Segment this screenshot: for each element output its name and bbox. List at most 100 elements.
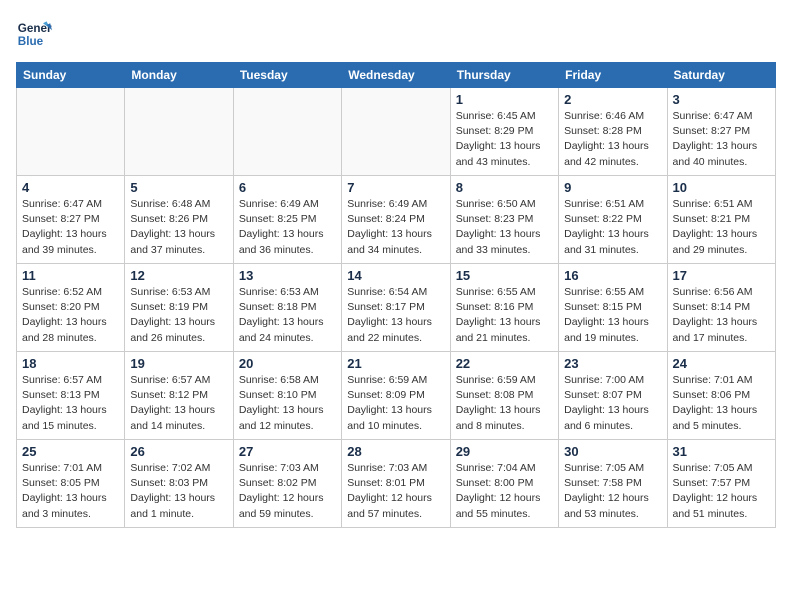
calendar-cell: 28 Sunrise: 7:03 AMSunset: 8:01 PMDayligh… xyxy=(342,440,450,528)
day-number: 1 xyxy=(456,92,553,107)
weekday-header-row: SundayMondayTuesdayWednesdayThursdayFrid… xyxy=(17,63,776,88)
day-number: 8 xyxy=(456,180,553,195)
weekday-header-friday: Friday xyxy=(559,63,667,88)
calendar-cell: 10Sunrise: 6:51 AMSunset: 8:21 PMDayligh… xyxy=(667,176,775,264)
day-detail: Sunrise: 6:54 AMSunset: 8:17 PMDaylight:… xyxy=(347,285,444,346)
calendar-cell: 13Sunrise: 6:53 AMSunset: 8:18 PMDayligh… xyxy=(233,264,341,352)
day-number: 16 xyxy=(564,268,661,283)
day-number: 30 xyxy=(564,444,661,459)
day-number: 4 xyxy=(22,180,119,195)
day-number: 22 xyxy=(456,356,553,371)
calendar-cell: 6 Sunrise: 6:49 AMSunset: 8:25 PMDaylight… xyxy=(233,176,341,264)
calendar-cell: 1 Sunrise: 6:45 AMSunset: 8:29 PMDaylight… xyxy=(450,88,558,176)
day-detail: Sunrise: 7:01 AMSunset: 8:05 PMDaylight:… xyxy=(22,461,119,522)
calendar-cell: 8 Sunrise: 6:50 AMSunset: 8:23 PMDaylight… xyxy=(450,176,558,264)
day-number: 25 xyxy=(22,444,119,459)
weekday-header-monday: Monday xyxy=(125,63,233,88)
calendar-cell xyxy=(17,88,125,176)
calendar-cell: 5Sunrise: 6:48 AMSunset: 8:26 PMDaylight… xyxy=(125,176,233,264)
calendar-table: SundayMondayTuesdayWednesdayThursdayFrid… xyxy=(16,62,776,528)
day-detail: Sunrise: 7:00 AMSunset: 8:07 PMDaylight:… xyxy=(564,373,661,434)
calendar-cell: 11 Sunrise: 6:52 AMSunset: 8:20 PMDayligh… xyxy=(17,264,125,352)
calendar-cell: 24Sunrise: 7:01 AMSunset: 8:06 PMDayligh… xyxy=(667,352,775,440)
week-row-1: 1 Sunrise: 6:45 AMSunset: 8:29 PMDaylight… xyxy=(17,88,776,176)
day-number: 19 xyxy=(130,356,227,371)
calendar-cell: 22 Sunrise: 6:59 AMSunset: 8:08 PMDayligh… xyxy=(450,352,558,440)
page-header: General Blue xyxy=(16,16,776,52)
calendar-cell: 23Sunrise: 7:00 AMSunset: 8:07 PMDayligh… xyxy=(559,352,667,440)
day-detail: Sunrise: 6:51 AMSunset: 8:22 PMDaylight:… xyxy=(564,197,661,258)
day-detail: Sunrise: 7:05 AMSunset: 7:57 PMDaylight:… xyxy=(673,461,770,522)
logo: General Blue xyxy=(16,16,52,52)
day-detail: Sunrise: 6:50 AMSunset: 8:23 PMDaylight:… xyxy=(456,197,553,258)
day-detail: Sunrise: 6:51 AMSunset: 8:21 PMDaylight:… xyxy=(673,197,770,258)
day-detail: Sunrise: 6:55 AMSunset: 8:15 PMDaylight:… xyxy=(564,285,661,346)
day-detail: Sunrise: 6:47 AMSunset: 8:27 PMDaylight:… xyxy=(673,109,770,170)
day-detail: Sunrise: 7:04 AMSunset: 8:00 PMDaylight:… xyxy=(456,461,553,522)
calendar-cell: 2 Sunrise: 6:46 AMSunset: 8:28 PMDaylight… xyxy=(559,88,667,176)
calendar-cell: 7 Sunrise: 6:49 AMSunset: 8:24 PMDaylight… xyxy=(342,176,450,264)
weekday-header-thursday: Thursday xyxy=(450,63,558,88)
day-number: 9 xyxy=(564,180,661,195)
day-detail: Sunrise: 6:59 AMSunset: 8:09 PMDaylight:… xyxy=(347,373,444,434)
logo-icon: General Blue xyxy=(16,16,52,52)
calendar-cell: 4 Sunrise: 6:47 AMSunset: 8:27 PMDaylight… xyxy=(17,176,125,264)
day-detail: Sunrise: 7:02 AMSunset: 8:03 PMDaylight:… xyxy=(130,461,227,522)
week-row-5: 25 Sunrise: 7:01 AMSunset: 8:05 PMDayligh… xyxy=(17,440,776,528)
calendar-cell: 25 Sunrise: 7:01 AMSunset: 8:05 PMDayligh… xyxy=(17,440,125,528)
calendar-cell: 9 Sunrise: 6:51 AMSunset: 8:22 PMDaylight… xyxy=(559,176,667,264)
day-detail: Sunrise: 6:46 AMSunset: 8:28 PMDaylight:… xyxy=(564,109,661,170)
day-number: 11 xyxy=(22,268,119,283)
day-detail: Sunrise: 6:55 AMSunset: 8:16 PMDaylight:… xyxy=(456,285,553,346)
day-detail: Sunrise: 6:49 AMSunset: 8:25 PMDaylight:… xyxy=(239,197,336,258)
day-detail: Sunrise: 6:52 AMSunset: 8:20 PMDaylight:… xyxy=(22,285,119,346)
calendar-cell: 12 Sunrise: 6:53 AMSunset: 8:19 PMDayligh… xyxy=(125,264,233,352)
calendar-cell: 26Sunrise: 7:02 AMSunset: 8:03 PMDayligh… xyxy=(125,440,233,528)
day-number: 13 xyxy=(239,268,336,283)
calendar-cell: 27 Sunrise: 7:03 AMSunset: 8:02 PMDayligh… xyxy=(233,440,341,528)
day-detail: Sunrise: 7:05 AMSunset: 7:58 PMDaylight:… xyxy=(564,461,661,522)
weekday-header-tuesday: Tuesday xyxy=(233,63,341,88)
calendar-cell: 20 Sunrise: 6:58 AMSunset: 8:10 PMDayligh… xyxy=(233,352,341,440)
calendar-cell xyxy=(233,88,341,176)
day-detail: Sunrise: 6:48 AMSunset: 8:26 PMDaylight:… xyxy=(130,197,227,258)
calendar-cell: 18 Sunrise: 6:57 AMSunset: 8:13 PMDayligh… xyxy=(17,352,125,440)
day-detail: Sunrise: 6:58 AMSunset: 8:10 PMDaylight:… xyxy=(239,373,336,434)
calendar-cell: 16 Sunrise: 6:55 AMSunset: 8:15 PMDayligh… xyxy=(559,264,667,352)
week-row-4: 18 Sunrise: 6:57 AMSunset: 8:13 PMDayligh… xyxy=(17,352,776,440)
calendar-cell: 15Sunrise: 6:55 AMSunset: 8:16 PMDayligh… xyxy=(450,264,558,352)
day-number: 14 xyxy=(347,268,444,283)
day-detail: Sunrise: 6:53 AMSunset: 8:19 PMDaylight:… xyxy=(130,285,227,346)
day-detail: Sunrise: 6:49 AMSunset: 8:24 PMDaylight:… xyxy=(347,197,444,258)
day-number: 6 xyxy=(239,180,336,195)
calendar-cell: 19 Sunrise: 6:57 AMSunset: 8:12 PMDayligh… xyxy=(125,352,233,440)
day-number: 18 xyxy=(22,356,119,371)
calendar-cell: 17 Sunrise: 6:56 AMSunset: 8:14 PMDayligh… xyxy=(667,264,775,352)
day-number: 20 xyxy=(239,356,336,371)
day-number: 29 xyxy=(456,444,553,459)
day-detail: Sunrise: 7:03 AMSunset: 8:02 PMDaylight:… xyxy=(239,461,336,522)
svg-text:Blue: Blue xyxy=(18,35,44,48)
week-row-3: 11 Sunrise: 6:52 AMSunset: 8:20 PMDayligh… xyxy=(17,264,776,352)
day-detail: Sunrise: 6:56 AMSunset: 8:14 PMDaylight:… xyxy=(673,285,770,346)
calendar-cell xyxy=(125,88,233,176)
day-number: 28 xyxy=(347,444,444,459)
day-detail: Sunrise: 6:59 AMSunset: 8:08 PMDaylight:… xyxy=(456,373,553,434)
day-detail: Sunrise: 7:03 AMSunset: 8:01 PMDaylight:… xyxy=(347,461,444,522)
day-number: 7 xyxy=(347,180,444,195)
day-detail: Sunrise: 6:57 AMSunset: 8:12 PMDaylight:… xyxy=(130,373,227,434)
calendar-cell: 3 Sunrise: 6:47 AMSunset: 8:27 PMDaylight… xyxy=(667,88,775,176)
day-number: 2 xyxy=(564,92,661,107)
day-detail: Sunrise: 6:47 AMSunset: 8:27 PMDaylight:… xyxy=(22,197,119,258)
day-number: 17 xyxy=(673,268,770,283)
calendar-cell: 14 Sunrise: 6:54 AMSunset: 8:17 PMDayligh… xyxy=(342,264,450,352)
day-number: 27 xyxy=(239,444,336,459)
day-detail: Sunrise: 6:45 AMSunset: 8:29 PMDaylight:… xyxy=(456,109,553,170)
day-detail: Sunrise: 6:57 AMSunset: 8:13 PMDaylight:… xyxy=(22,373,119,434)
day-number: 3 xyxy=(673,92,770,107)
weekday-header-saturday: Saturday xyxy=(667,63,775,88)
calendar-cell: 21Sunrise: 6:59 AMSunset: 8:09 PMDayligh… xyxy=(342,352,450,440)
weekday-header-sunday: Sunday xyxy=(17,63,125,88)
calendar-cell: 30 Sunrise: 7:05 AMSunset: 7:58 PMDayligh… xyxy=(559,440,667,528)
day-number: 12 xyxy=(130,268,227,283)
